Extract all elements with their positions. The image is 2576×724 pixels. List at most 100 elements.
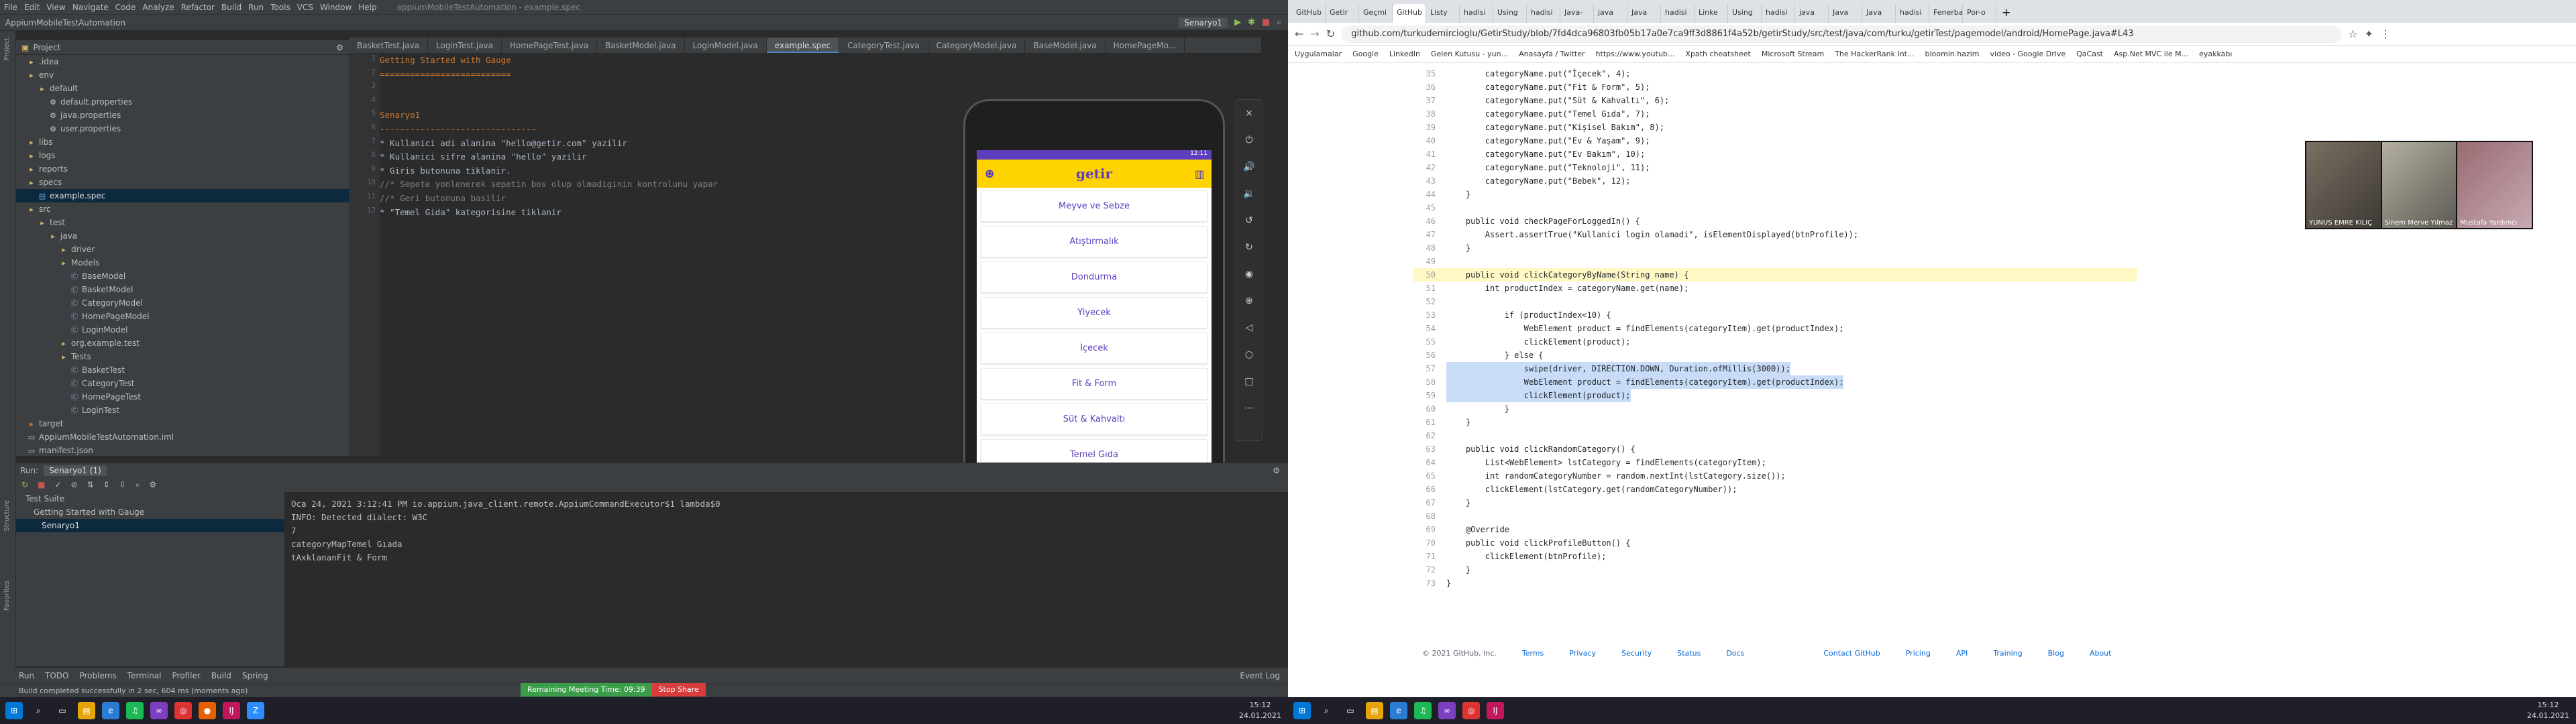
run-config-select[interactable]: Senaryo1 xyxy=(1179,17,1228,28)
line-number[interactable]: 49 xyxy=(1413,255,1446,268)
menu-item-code[interactable]: Code xyxy=(115,3,136,12)
footer-link[interactable]: Training xyxy=(1993,649,2022,662)
line-number[interactable]: 41 xyxy=(1413,147,1446,161)
browser-tab[interactable]: Using xyxy=(1728,4,1762,23)
visual-studio-icon[interactable]: ∞ xyxy=(1438,702,1456,719)
menu-item-file[interactable]: File xyxy=(4,3,17,12)
breadcrumb[interactable]: AppiumMobileTestAutomation xyxy=(5,18,125,27)
category-item[interactable]: İçecek xyxy=(981,333,1208,364)
bookmark-item[interactable]: Microsoft Stream xyxy=(1762,50,1824,58)
project-tree-item[interactable]: ▸ test xyxy=(16,216,349,229)
menu-item-view[interactable]: View xyxy=(46,3,65,12)
bottom-tab-run[interactable]: Run xyxy=(19,671,34,680)
file-explorer-icon[interactable]: ▤ xyxy=(78,702,95,719)
power-icon[interactable]: ⏻ xyxy=(1236,127,1262,154)
bottom-tab-spring[interactable]: Spring xyxy=(242,671,268,680)
forward-icon[interactable]: → xyxy=(1310,27,1319,40)
bottom-tab-todo[interactable]: TODO xyxy=(45,671,68,680)
browser-tab[interactable]: Using xyxy=(1493,4,1527,23)
browser-tab[interactable]: Geçmi xyxy=(1359,4,1393,23)
line-number[interactable]: 37 xyxy=(1413,94,1446,107)
bookmark-item[interactable]: Anasayfa / Twitter xyxy=(1519,50,1585,58)
editor-tab[interactable]: BasketTest.java xyxy=(349,38,429,53)
bookmark-item[interactable]: https://www.youtub... xyxy=(1596,50,1675,58)
line-number[interactable]: 55 xyxy=(1413,335,1446,349)
editor-code[interactable]: Getting Started with Gauge ==============… xyxy=(380,54,970,456)
bookmark-item[interactable]: LinkedIn xyxy=(1389,50,1420,58)
line-number[interactable]: 65 xyxy=(1413,469,1446,483)
search-icon[interactable]: ⌕ xyxy=(30,702,47,719)
bookmark-item[interactable]: bloomin.hazim xyxy=(1925,50,1980,58)
bookmark-item[interactable]: video - Google Drive xyxy=(1990,50,2066,58)
footer-link[interactable]: Terms xyxy=(1522,649,1544,662)
search-icon[interactable]: ⌕ xyxy=(1277,17,1281,27)
line-number[interactable]: 45 xyxy=(1413,201,1446,215)
bottom-tab-build[interactable]: Build xyxy=(211,671,231,680)
search-icon[interactable]: ⌕ xyxy=(1318,702,1335,719)
intellij-icon[interactable]: IJ xyxy=(1487,702,1504,719)
project-tree-item[interactable]: ▸ .idea xyxy=(16,55,349,68)
editor-tab[interactable]: BasketModel.java xyxy=(597,38,685,53)
spotify-icon[interactable]: ♫ xyxy=(1414,702,1432,719)
close-icon[interactable]: × xyxy=(1236,100,1262,127)
footer-link[interactable]: Privacy xyxy=(1569,649,1596,662)
browser-tab[interactable]: Java xyxy=(1627,4,1661,23)
project-tree-item[interactable]: ⚙ java.properties xyxy=(16,109,349,122)
bookmark-item[interactable]: Google xyxy=(1352,50,1379,58)
line-number[interactable]: 72 xyxy=(1413,563,1446,577)
bookmark-item[interactable]: QaCast xyxy=(2076,50,2103,58)
editor-tab[interactable]: HomePageTest.java xyxy=(502,38,598,53)
line-number[interactable]: 62 xyxy=(1413,429,1446,442)
intellij-icon[interactable]: IJ xyxy=(223,702,240,719)
project-tree-item[interactable]: ▸ Models xyxy=(16,256,349,269)
github-code-view[interactable]: 35 categoryName.put("İçecek", 4); 36 cate… xyxy=(1413,67,2137,598)
project-tree-item[interactable]: ▸ src xyxy=(16,202,349,216)
test-tree-item[interactable]: Getting Started with Gauge xyxy=(16,505,284,519)
project-tree-item[interactable]: ⚙ user.properties xyxy=(16,122,349,135)
footer-link[interactable]: Blog xyxy=(2048,649,2064,662)
category-item[interactable]: Atıştırmalık xyxy=(981,226,1208,257)
line-number[interactable]: 40 xyxy=(1413,134,1446,147)
browser-tab[interactable]: hadisi xyxy=(1527,4,1560,23)
settings-icon[interactable]: ⚙ xyxy=(149,480,156,489)
camera-icon[interactable]: ◉ xyxy=(1236,261,1262,288)
address-bar[interactable]: github.com/turkudemircioglu/GetirStudy/b… xyxy=(1342,25,2342,43)
gear-icon[interactable]: ⚙ xyxy=(1273,466,1280,475)
bottom-tab-problems[interactable]: Problems xyxy=(79,671,116,680)
project-tree-item[interactable]: ▸ logs xyxy=(16,149,349,162)
run-console[interactable]: Oca 24, 2021 3:12:41 PM io.appium.java_c… xyxy=(284,492,1264,666)
browser-tab[interactable]: Java- xyxy=(1560,4,1594,23)
edge-icon[interactable]: e xyxy=(102,702,119,719)
browser-tab[interactable]: java xyxy=(1795,4,1829,23)
volume-up-icon[interactable]: 🔊 xyxy=(1236,154,1262,180)
project-tree-item[interactable]: ▸ target xyxy=(16,417,349,430)
firefox-icon[interactable]: ● xyxy=(199,702,216,719)
category-item[interactable]: Yiyecek xyxy=(981,297,1208,328)
spotify-icon[interactable]: ♫ xyxy=(126,702,144,719)
browser-tab[interactable]: Java xyxy=(1862,4,1896,23)
line-number[interactable]: 58 xyxy=(1413,375,1446,389)
project-tree-item[interactable]: ▸ driver xyxy=(16,243,349,256)
menu-item-navigate[interactable]: Navigate xyxy=(72,3,109,12)
project-tree-item[interactable]: ▸ libs xyxy=(16,135,349,149)
video-tile[interactable]: Sinem Merve Yılmaz xyxy=(2381,142,2457,228)
stop-icon[interactable]: ■ xyxy=(1262,17,1270,27)
line-number[interactable]: 57 xyxy=(1413,362,1446,375)
extensions-icon[interactable]: ✦ xyxy=(2365,27,2373,40)
line-number[interactable]: 61 xyxy=(1413,416,1446,429)
browser-tab[interactable]: Fenerbahçe xyxy=(1929,4,1963,23)
line-number[interactable]: 64 xyxy=(1413,456,1446,469)
favorites-tool-tab[interactable]: Favorites xyxy=(3,581,11,611)
file-explorer-icon[interactable]: ▤ xyxy=(1366,702,1383,719)
more-icon[interactable]: ⋯ xyxy=(1236,395,1262,422)
check-icon[interactable]: ✓ xyxy=(54,480,61,489)
project-tool-tab[interactable]: Project xyxy=(3,38,11,60)
footer-link[interactable]: Security xyxy=(1621,649,1652,662)
browser-tab[interactable]: GitHub xyxy=(1393,4,1426,23)
visual-studio-icon[interactable]: ∞ xyxy=(150,702,168,719)
line-number[interactable]: 35 xyxy=(1413,67,1446,80)
bookmark-item[interactable]: The HackerRank Int... xyxy=(1835,50,1914,58)
line-number[interactable]: 52 xyxy=(1413,295,1446,308)
browser-tab[interactable]: hadisi xyxy=(1661,4,1695,23)
project-tree-item[interactable]: ▸ env xyxy=(16,68,349,82)
